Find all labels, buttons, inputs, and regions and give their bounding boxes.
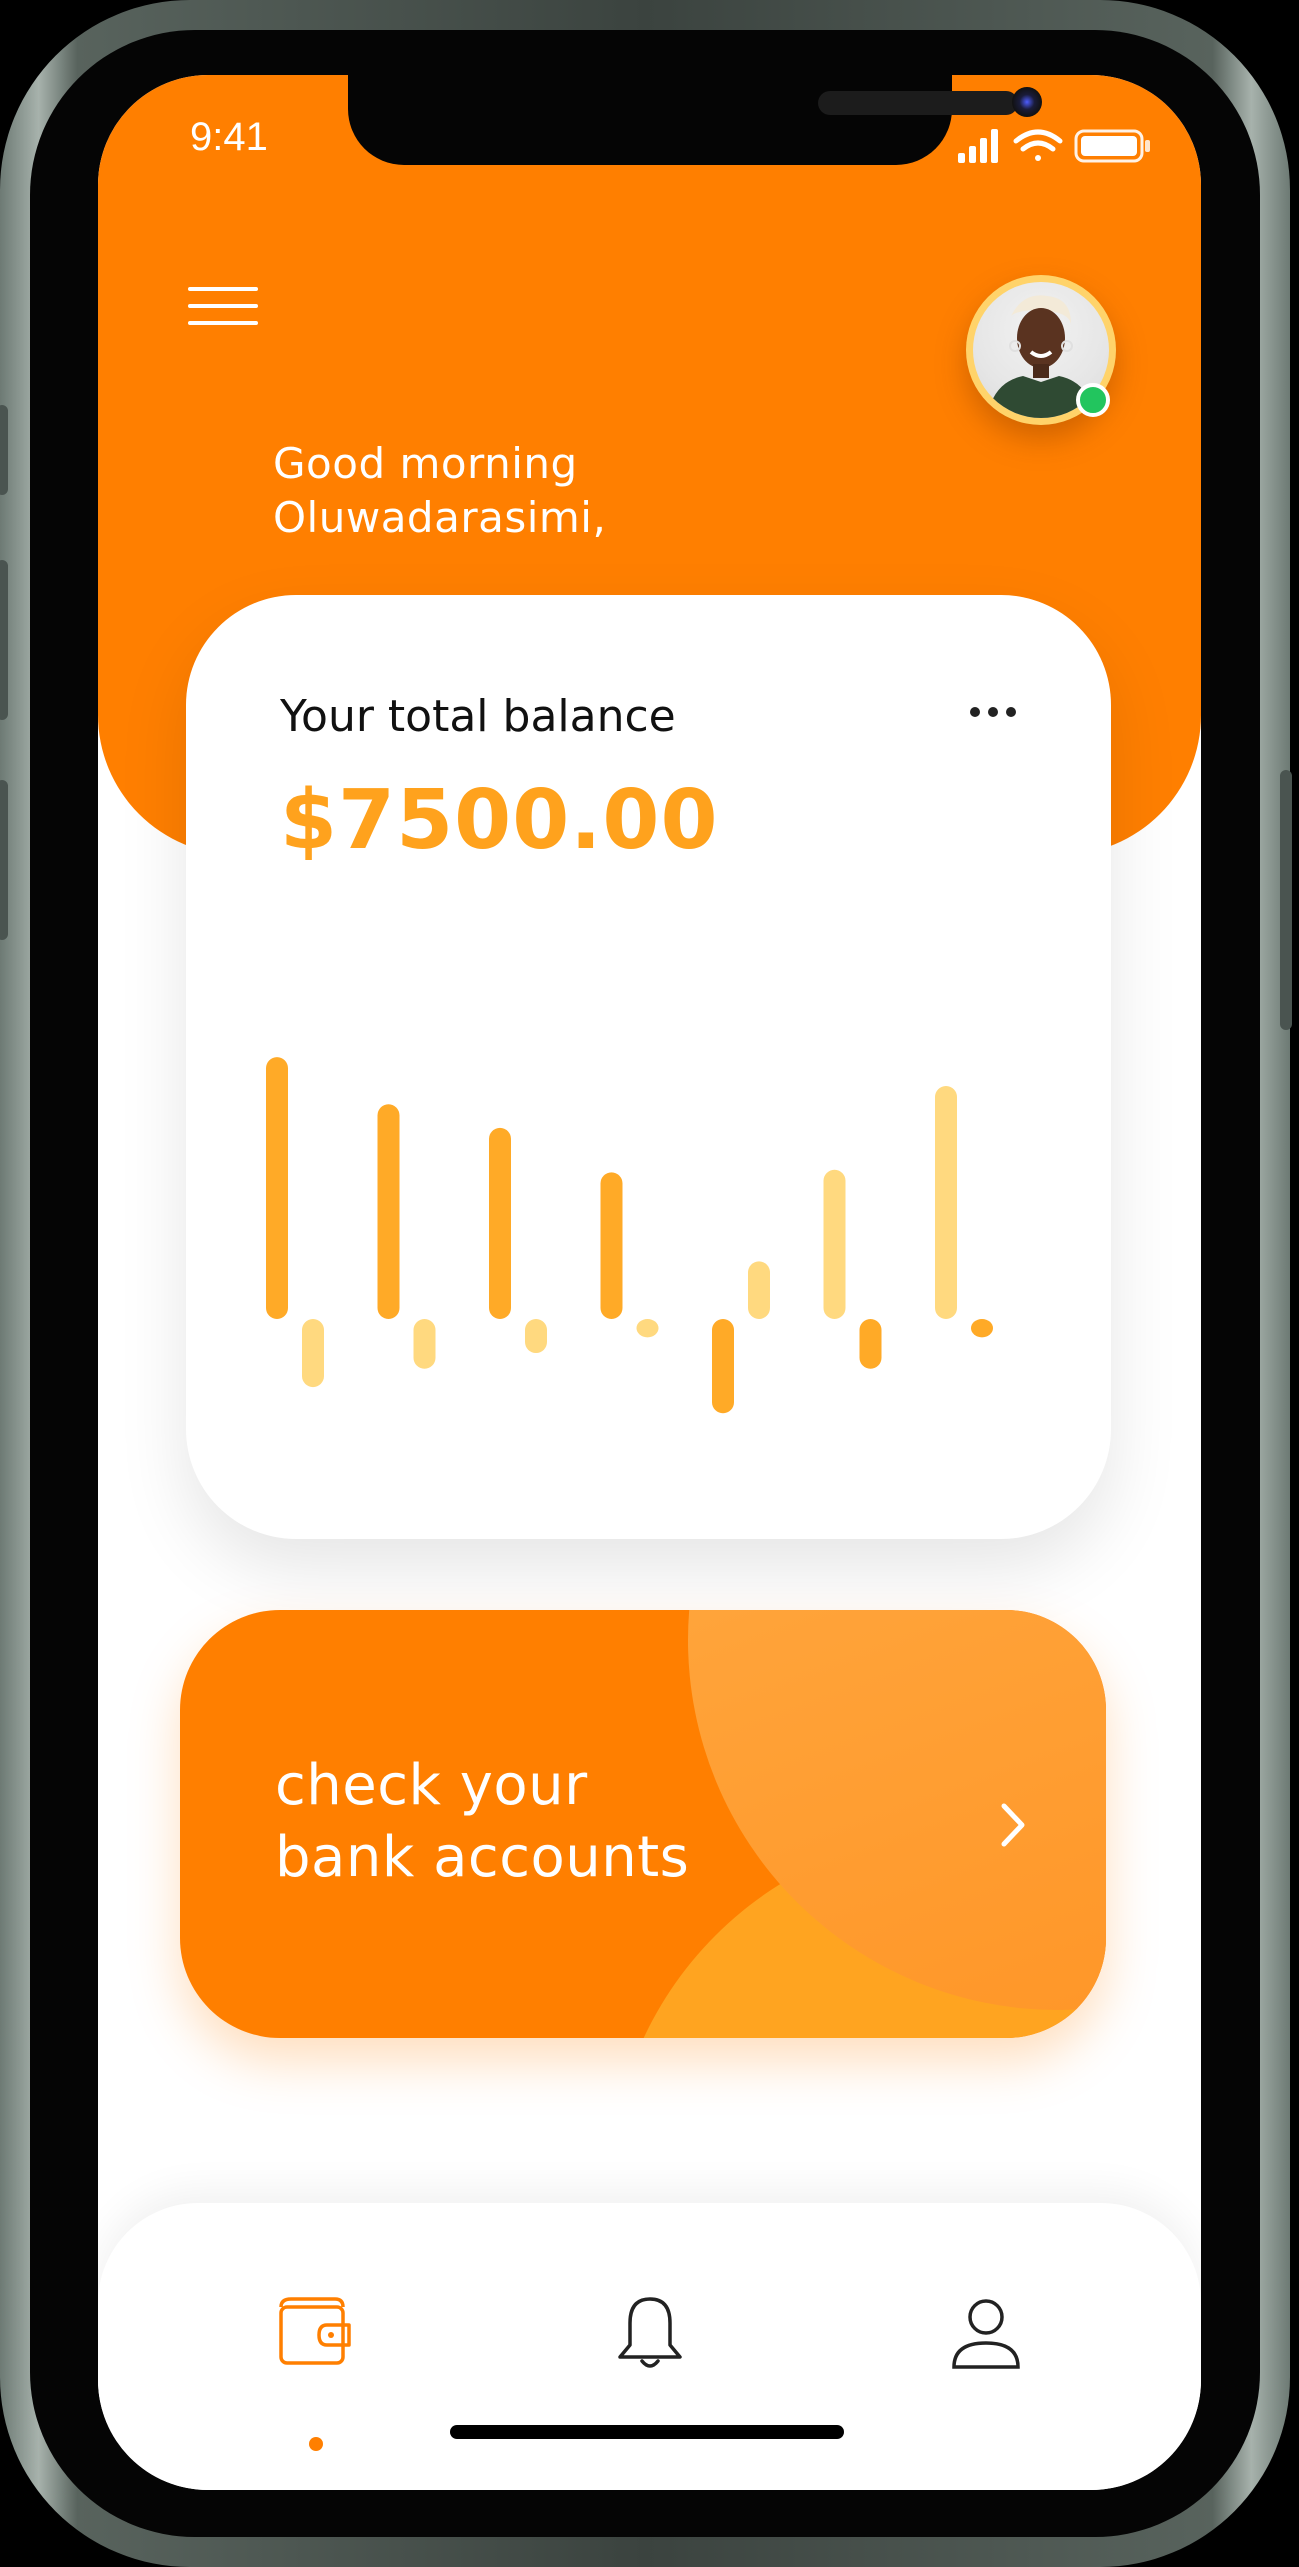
wifi-icon xyxy=(1013,129,1063,161)
greeting-user-name: Oluwadarasimi, xyxy=(273,493,607,542)
home-indicator xyxy=(450,2425,844,2439)
power-button xyxy=(1280,770,1292,1030)
user-icon[interactable] xyxy=(946,2293,1026,2373)
chart-bar-primary-4 xyxy=(600,1172,623,1319)
chart-bar-primary-5 xyxy=(712,1319,734,1414)
avatar-ring xyxy=(966,275,1116,425)
bank-card-line-2: bank accounts xyxy=(275,1825,690,1890)
earpiece-speaker xyxy=(818,91,1018,115)
front-camera xyxy=(1012,87,1042,117)
bottom-navigation xyxy=(98,2203,1201,2490)
wallet-icon[interactable] xyxy=(273,2293,353,2373)
chart-bar-primary-3 xyxy=(489,1127,511,1319)
user-avatar[interactable] xyxy=(966,275,1116,425)
bank-card-text: check your bank accounts xyxy=(275,1750,689,1894)
balance-bar-chart xyxy=(266,1057,993,1414)
status-icons xyxy=(958,129,1150,163)
active-nav-indicator xyxy=(309,2437,323,2451)
check-bank-accounts-card[interactable]: check your bank accounts xyxy=(180,1610,1106,2038)
bell-icon[interactable] xyxy=(610,2293,690,2373)
chart-bar-primary-1 xyxy=(266,1057,288,1319)
notch xyxy=(348,75,1042,165)
chart-bar-primary-7 xyxy=(935,1085,957,1319)
balance-card: Your total balance $7500.00 xyxy=(186,595,1111,1539)
chart-bar-primary-2 xyxy=(377,1104,400,1319)
app-screen: 9:41 Good morning Oluwadarasimi, Your to… xyxy=(98,75,1201,2490)
hamburger-menu-icon[interactable] xyxy=(188,285,260,329)
battery-icon xyxy=(1074,129,1150,163)
volume-down-button xyxy=(0,780,8,940)
chart-bar-secondary-5 xyxy=(748,1261,770,1319)
signal-icon xyxy=(958,129,998,163)
chart-bar-secondary-6 xyxy=(859,1319,882,1369)
greeting: Good morning Oluwadarasimi, xyxy=(273,437,606,545)
chevron-right-icon[interactable] xyxy=(998,1800,1028,1850)
chart-bar-secondary-4 xyxy=(636,1319,659,1338)
greeting-line-1: Good morning xyxy=(273,439,578,488)
status-time: 9:41 xyxy=(190,115,268,159)
chart-bar-primary-6 xyxy=(823,1169,846,1319)
chart-bar-secondary-3 xyxy=(525,1319,547,1354)
online-status-indicator xyxy=(1076,383,1110,417)
chart-bar-secondary-7 xyxy=(971,1319,993,1338)
volume-up-button xyxy=(0,560,8,720)
chart-bar-secondary-1 xyxy=(302,1319,324,1388)
mute-switch xyxy=(0,405,8,495)
bank-card-line-1: check your xyxy=(275,1753,588,1818)
chart-bar-secondary-2 xyxy=(413,1319,436,1369)
